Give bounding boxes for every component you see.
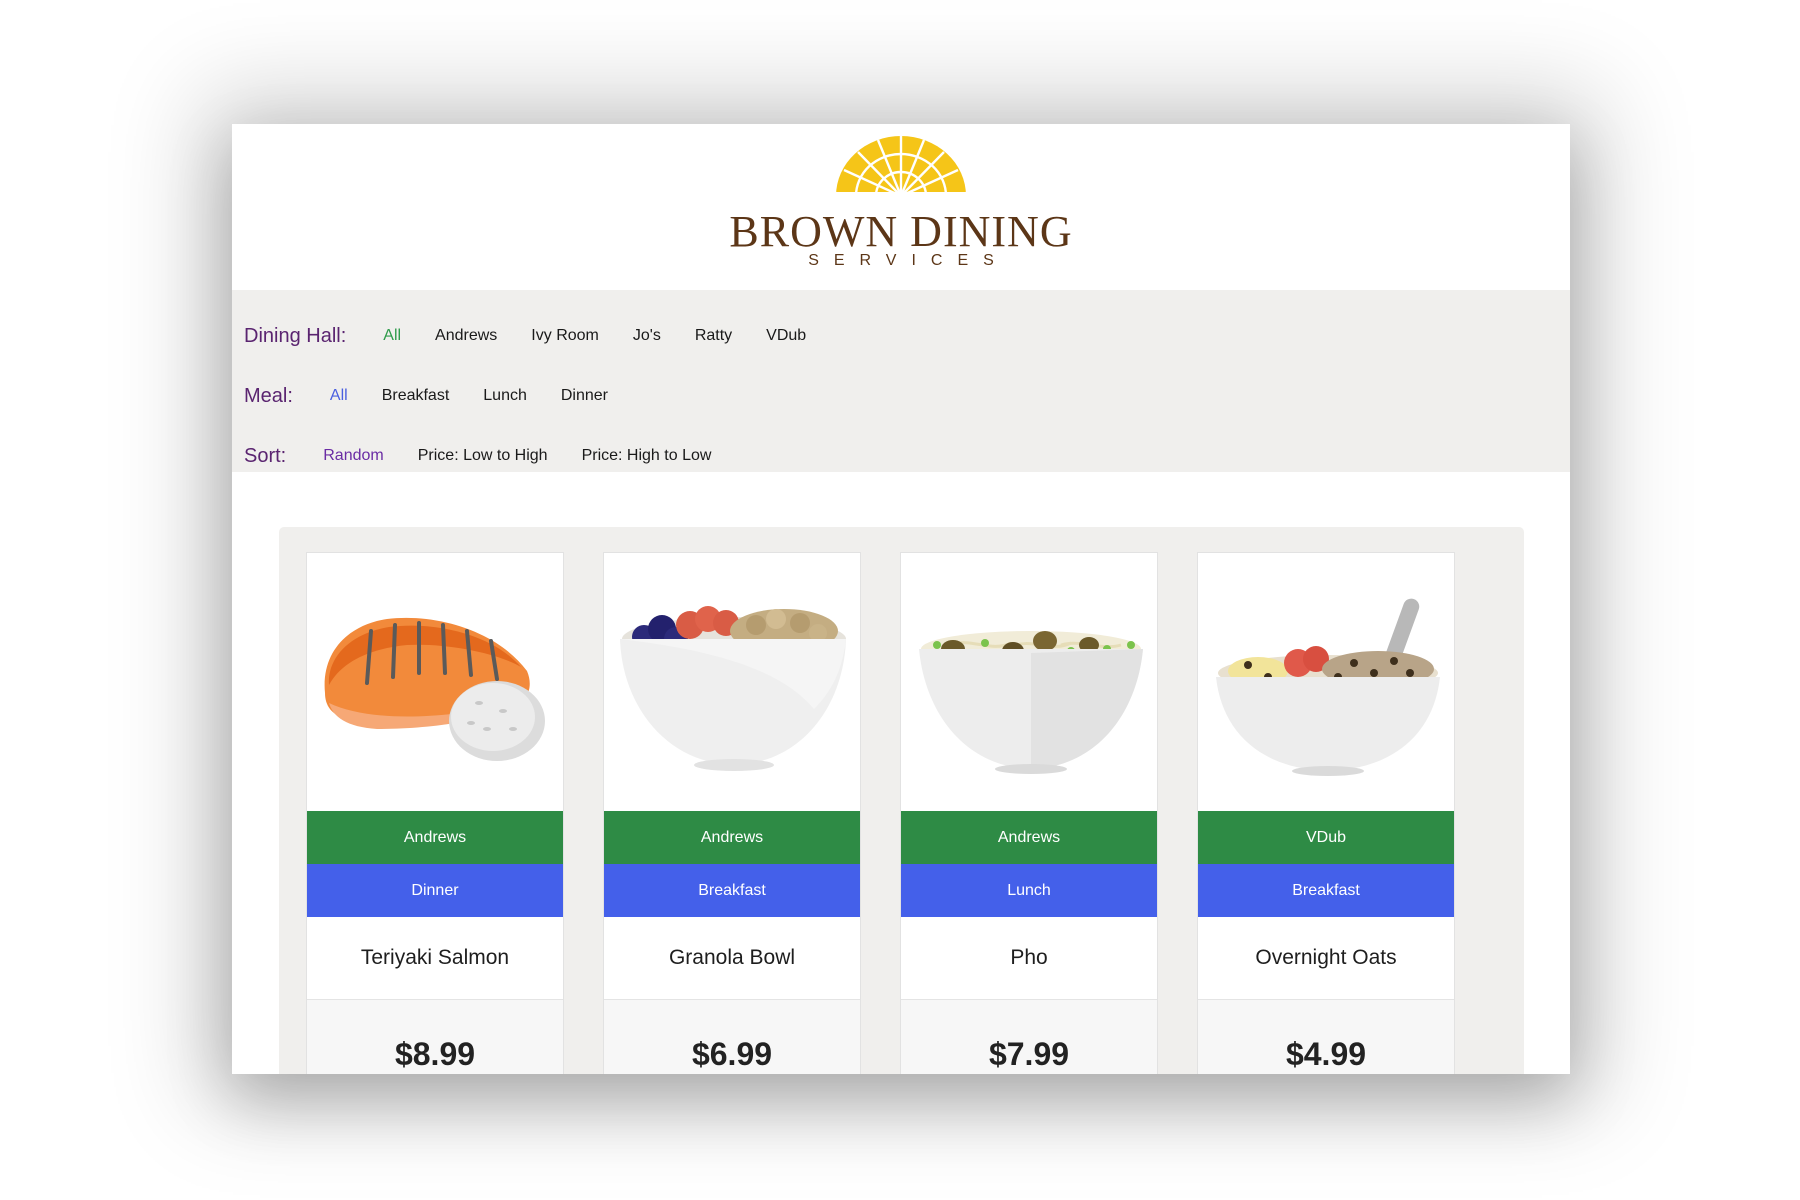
meal-option-all[interactable]: All <box>330 387 348 405</box>
sunburst-logo-icon <box>834 136 968 198</box>
card-image <box>307 553 563 811</box>
dining-hall-label: Dining Hall: <box>244 324 347 347</box>
dining-hall-badge: Andrews <box>901 811 1157 864</box>
meal-option-dinner[interactable]: Dinner <box>561 387 608 405</box>
dining-hall-badge: VDub <box>1198 811 1454 864</box>
site-header: BROWN DINING SERVICES <box>232 124 1570 290</box>
meal-label: Meal: <box>244 384 293 407</box>
sort-filter: Sort: Random Price: Low to High Price: H… <box>244 426 1570 486</box>
pho-bowl-icon <box>919 631 1143 774</box>
sort-label: Sort: <box>244 444 287 467</box>
granola-bowl-icon <box>620 606 846 771</box>
oats-bowl-icon <box>1216 598 1440 776</box>
hall-option-all[interactable]: All <box>383 327 401 345</box>
meal-option-lunch[interactable]: Lunch <box>483 387 527 405</box>
sort-option-random[interactable]: Random <box>323 447 383 465</box>
menu-grid: Andrews Dinner Teriyaki Salmon $8.99 And… <box>279 527 1524 1074</box>
menu-card[interactable]: Andrews Lunch Pho $7.99 <box>900 552 1158 1074</box>
item-price: $4.99 <box>1198 1000 1454 1074</box>
hall-option-jos[interactable]: Jo's <box>633 327 661 345</box>
menu-card[interactable]: Andrews Dinner Teriyaki Salmon $8.99 <box>306 552 564 1074</box>
brown-dining-logo[interactable]: BROWN DINING SERVICES <box>726 134 1076 274</box>
dining-hall-badge: Andrews <box>604 811 860 864</box>
item-price: $7.99 <box>901 1000 1157 1074</box>
card-image <box>901 553 1157 811</box>
app-window: BROWN DINING SERVICES Dining Hall: All A… <box>232 124 1570 1074</box>
salmon-icon <box>324 617 545 761</box>
meal-badge: Breakfast <box>604 864 860 917</box>
hall-option-vdub[interactable]: VDub <box>766 327 806 345</box>
meal-filter: Meal: All Breakfast Lunch Dinner <box>244 366 1570 426</box>
item-name: Overnight Oats <box>1198 917 1454 1000</box>
meal-badge: Breakfast <box>1198 864 1454 917</box>
menu-card[interactable]: VDub Breakfast Overnight Oats $4.99 <box>1197 552 1455 1074</box>
item-price: $6.99 <box>604 1000 860 1074</box>
hall-option-andrews[interactable]: Andrews <box>435 327 497 345</box>
sort-option-price-low-high[interactable]: Price: Low to High <box>418 447 548 465</box>
filter-panel: Dining Hall: All Andrews Ivy Room Jo's R… <box>232 290 1570 472</box>
meal-option-breakfast[interactable]: Breakfast <box>382 387 450 405</box>
meal-badge: Dinner <box>307 864 563 917</box>
sort-option-price-high-low[interactable]: Price: High to Low <box>582 447 712 465</box>
brand-subtitle: SERVICES <box>808 252 1009 269</box>
hall-option-ratty[interactable]: Ratty <box>695 327 732 345</box>
item-name: Granola Bowl <box>604 917 860 1000</box>
hall-option-ivy-room[interactable]: Ivy Room <box>531 327 599 345</box>
meal-badge: Lunch <box>901 864 1157 917</box>
menu-card[interactable]: Andrews Breakfast Granola Bowl $6.99 <box>603 552 861 1074</box>
dining-hall-filter: Dining Hall: All Andrews Ivy Room Jo's R… <box>244 306 1570 366</box>
item-price: $8.99 <box>307 1000 563 1074</box>
card-image <box>604 553 860 811</box>
card-image <box>1198 553 1454 811</box>
item-name: Pho <box>901 917 1157 1000</box>
brand-title: BROWN DINING <box>729 207 1073 256</box>
item-name: Teriyaki Salmon <box>307 917 563 1000</box>
dining-hall-badge: Andrews <box>307 811 563 864</box>
